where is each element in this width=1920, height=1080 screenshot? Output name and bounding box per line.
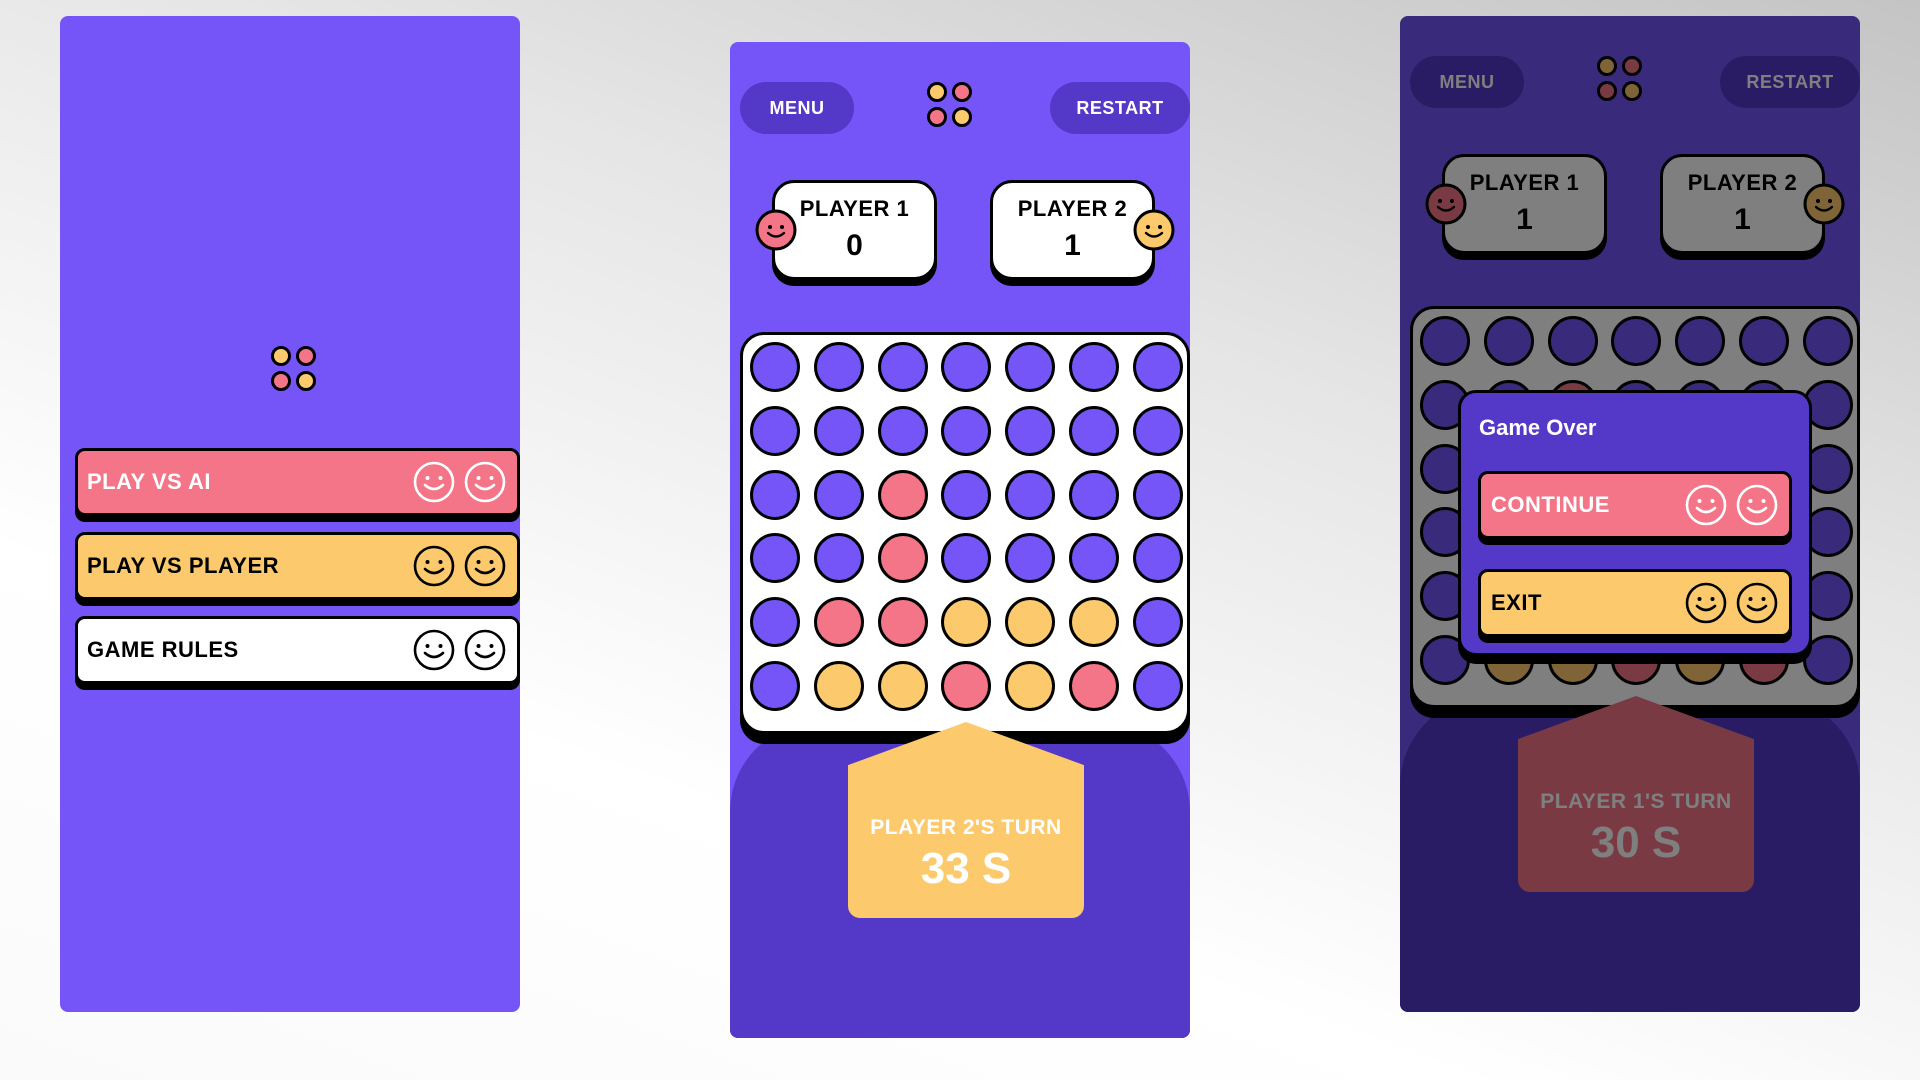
board-cell[interactable] <box>941 469 992 520</box>
exit-button[interactable]: EXIT <box>1478 569 1792 637</box>
board-cell[interactable] <box>1069 597 1119 648</box>
smiley-face-icon <box>412 544 456 588</box>
board-cell[interactable] <box>1069 533 1119 584</box>
board-cell[interactable] <box>813 342 864 392</box>
game-board[interactable] <box>740 332 1190 734</box>
board-cell[interactable] <box>1005 469 1056 520</box>
smiley-face-icon <box>1735 581 1779 625</box>
logo-icon <box>271 346 321 396</box>
board-cell[interactable] <box>1005 405 1056 456</box>
board-cell[interactable] <box>813 597 864 648</box>
board-cell[interactable] <box>941 342 992 392</box>
main-menu-screen: PLAY VS AI PLAY VS PLAYER GAME RULES <box>60 16 520 1012</box>
board-cell[interactable] <box>1005 342 1056 392</box>
board-cell[interactable] <box>750 342 800 392</box>
board-cell[interactable] <box>1069 342 1119 392</box>
smiley-face-icon <box>412 628 456 672</box>
board-cell[interactable] <box>750 597 800 648</box>
board-cell[interactable] <box>813 661 864 711</box>
player1-name: PLAYER 1 <box>799 196 910 221</box>
board-cell[interactable] <box>1069 661 1119 711</box>
logo-icon <box>927 82 977 132</box>
game-over-modal: Game Over CONTINUE EXIT <box>1458 390 1812 656</box>
board-cell[interactable] <box>750 469 800 520</box>
board-cell[interactable] <box>877 469 928 520</box>
play-vs-player-button[interactable]: PLAY VS PLAYER <box>75 532 520 600</box>
smiley-face-icon <box>1684 581 1728 625</box>
board-cell[interactable] <box>750 405 800 456</box>
board-cell[interactable] <box>813 405 864 456</box>
play-vs-ai-button[interactable]: PLAY VS AI <box>75 448 520 516</box>
board-cell[interactable] <box>941 661 992 711</box>
board-cell[interactable] <box>1069 469 1119 520</box>
board-cell[interactable] <box>941 533 992 584</box>
board-cell[interactable] <box>941 597 992 648</box>
board-cell[interactable] <box>813 533 864 584</box>
board-cell[interactable] <box>1005 597 1056 648</box>
continue-label: CONTINUE <box>1491 492 1610 517</box>
play-vs-ai-label: PLAY VS AI <box>87 469 212 494</box>
board-cell[interactable] <box>877 405 928 456</box>
player2-avatar-icon <box>1132 208 1176 252</box>
player1-avatar-icon <box>754 208 798 252</box>
board-cell[interactable] <box>877 533 928 584</box>
board-cell[interactable] <box>1005 661 1056 711</box>
board-cell[interactable] <box>1132 533 1183 584</box>
board-cell[interactable] <box>877 661 928 711</box>
board-cell[interactable] <box>1132 405 1183 456</box>
exit-label: EXIT <box>1491 590 1542 615</box>
game-screen: MENU RESTART PLAYER 1 0 PLAYER 2 1 PLAYE… <box>730 42 1190 1038</box>
modal-title: Game Over <box>1479 415 1597 440</box>
continue-button[interactable]: CONTINUE <box>1478 471 1792 539</box>
smiley-face-icon <box>412 460 456 504</box>
board-cell[interactable] <box>813 469 864 520</box>
board-cell[interactable] <box>1132 342 1183 392</box>
board-cell[interactable] <box>750 533 800 584</box>
menu-button[interactable]: MENU <box>740 82 854 134</box>
play-vs-player-label: PLAY VS PLAYER <box>87 553 280 578</box>
player2-score: 1 <box>1064 229 1081 262</box>
turn-timer: 33 S <box>920 844 1012 893</box>
board-cell[interactable] <box>1069 405 1119 456</box>
game-rules-button[interactable]: GAME RULES <box>75 616 520 684</box>
board-cell[interactable] <box>1132 661 1183 711</box>
board-cell[interactable] <box>750 661 800 711</box>
smiley-face-icon <box>463 628 507 672</box>
smiley-face-icon <box>1735 483 1779 527</box>
board-cell[interactable] <box>877 597 928 648</box>
player2-name: PLAYER 2 <box>1017 196 1128 221</box>
game-rules-label: GAME RULES <box>87 637 239 662</box>
board-cell[interactable] <box>941 405 992 456</box>
player1-score: 0 <box>846 229 863 262</box>
board-cell[interactable] <box>877 342 928 392</box>
player2-score-card: PLAYER 2 1 <box>990 180 1155 280</box>
smiley-face-icon <box>463 544 507 588</box>
game-over-screen: MENU RESTART PLAYER 1 1 PLAYER 2 1 PLAYE… <box>1400 16 1860 1012</box>
turn-label: PLAYER 2'S TURN <box>870 816 1062 839</box>
restart-button[interactable]: RESTART <box>1050 82 1190 134</box>
board-cell[interactable] <box>1132 469 1183 520</box>
smiley-face-icon <box>463 460 507 504</box>
board-cell[interactable] <box>1005 533 1056 584</box>
smiley-face-icon <box>1684 483 1728 527</box>
board-cell[interactable] <box>1132 597 1183 648</box>
